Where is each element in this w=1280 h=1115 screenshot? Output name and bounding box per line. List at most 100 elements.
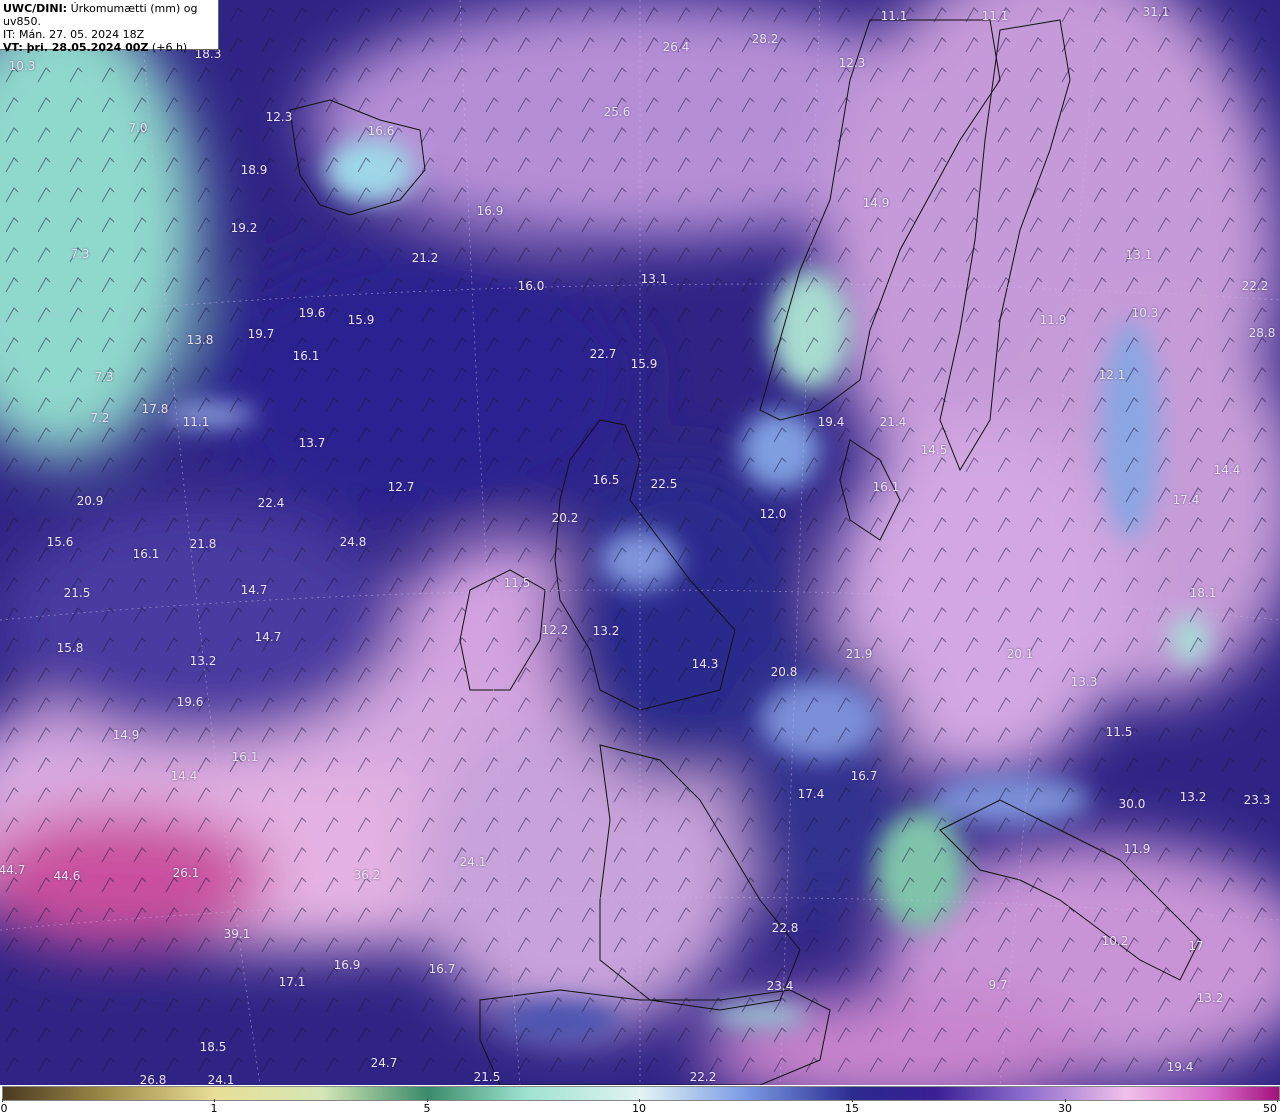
map-value-label: 23.4 [766,979,794,993]
map-value-label: 14.5 [920,443,948,457]
map-value-label: 16.1 [132,547,160,561]
map-value-label: 13.3 [1070,675,1098,689]
map-value-label: 19.2 [230,221,258,235]
map-value-label: 7.2 [90,411,110,425]
map-value-label: 23.3 [1243,793,1271,807]
map-value-label: 39.1 [223,927,251,941]
map-value-label: 14.3 [691,657,719,671]
map-value-label: 13.2 [1179,790,1207,804]
map-value-label: 21.5 [473,1070,501,1084]
map-value-label: 12.3 [838,56,866,70]
map-value-label: 14.7 [240,583,268,597]
map-value-label: 14.7 [254,630,282,644]
map-value-label: 10.3 [8,59,36,73]
map-value-label: 22.5 [650,477,678,491]
map-value-label: 44.7 [0,863,26,877]
map-value-label: 28.2 [751,32,779,46]
map-value-label: 22.7 [589,347,617,361]
map-value-label: 17.1 [278,975,306,989]
map-value-label: 16.5 [592,473,620,487]
map-value-label: 16.1 [292,349,320,363]
legend-tick-label: 30 [1058,1102,1072,1115]
legend-tick-label: 15 [845,1102,859,1115]
map-value-label: 24.7 [370,1056,398,1070]
map-value-label: 16.9 [333,958,361,972]
map-value-label: 16.7 [428,962,456,976]
title-line: UWC/DINI: Úrkomumætti (mm) og uv850. [3,2,218,28]
legend-tick-label: 0 [0,1102,8,1115]
map-value-label: 16.9 [476,204,504,218]
map-value-label: 20.2 [551,511,579,525]
map-value-label: 10.2 [1101,934,1129,948]
map-value-label: 18.1 [1189,586,1217,600]
color-scale-strip [2,1086,1280,1101]
map-value-label: 19.4 [1166,1060,1194,1074]
map-value-label: 16.1 [872,480,900,494]
legend-tick-label: 1 [210,1102,218,1115]
map-value-label: 21.2 [411,251,439,265]
map-value-label: 15.9 [630,357,658,371]
map-value-label: 20.8 [770,665,798,679]
map-value-label: 44.6 [53,869,81,883]
legend-tick-label: 50 [1263,1102,1277,1115]
map-value-label: 7.3 [94,370,114,384]
map-value-label: 21.8 [189,537,217,551]
map-value-label: 15.6 [46,535,74,549]
map-value-label: 19.4 [817,415,845,429]
map-value-label: 11.1 [880,9,908,23]
map-header: UWC/DINI: Úrkomumætti (mm) og uv850. IT:… [0,0,219,54]
initial-time: IT: Mán. 27. 05. 2024 18Z [3,28,145,41]
map-value-label: 14.9 [112,728,140,742]
map-value-label: 10.3 [1131,306,1159,320]
color-legend: 0 1 5 10 15 30 50 [0,1085,1280,1115]
map-value-label: 17 [1188,939,1204,953]
map-value-label: 20.9 [76,494,104,508]
map-value-label: 26.8 [139,1073,167,1085]
map-value-label: 11.5 [1105,725,1133,739]
map-value-label: 7.3 [70,247,90,261]
map-value-label: 12.2 [541,623,569,637]
map-value-label: 16.0 [517,279,545,293]
map-value-label: 13.2 [592,624,620,638]
map-value-label: 12.1 [1098,368,1126,382]
map-value-label: 19.7 [247,327,275,341]
legend-tick-label: 5 [423,1102,431,1115]
map-value-label: 18.9 [240,163,268,177]
map-value-label: 13.7 [298,436,326,450]
map-value-label: 12.3 [265,110,293,124]
lead-time: (+6 h) [148,41,188,54]
map-value-label: 11.9 [1123,842,1151,856]
map-value-label: 12.7 [387,480,415,494]
map-value-label: 24.8 [339,535,367,549]
map-value-label: 13.2 [1196,991,1224,1005]
map-value-label: 11.9 [1039,313,1067,327]
map-value-label: 30.0 [1118,797,1146,811]
map-value-label: 15.8 [56,641,84,655]
map-value-label: 7.0 [128,121,148,135]
map-value-label: 18.5 [199,1040,227,1054]
map-value-label: 11.1 [182,415,210,429]
map-value-label: 9.7 [988,978,1008,992]
map-value-label: 12.0 [759,507,787,521]
map-value-label: 11.5 [503,576,531,590]
map-value-label: 22.4 [257,496,285,510]
precipitable-water-map: 18.3 10.3 7.0 7.3 7.3 7.2 12.3 16.6 18.9… [0,0,1280,1085]
map-value-label: 13.8 [186,333,214,347]
map-value-label: 17.8 [141,402,169,416]
map-value-label: 22.2 [689,1070,717,1084]
map-value-label: 21.5 [63,586,91,600]
map-value-label: 15.9 [347,313,375,327]
map-value-label: 17.4 [797,787,825,801]
map-value-label: 36.2 [353,868,381,882]
map-value-label: 26.4 [662,40,690,54]
map-value-label: 19.6 [298,306,326,320]
map-value-label: 14.4 [1213,463,1241,477]
map-value-label: 24.1 [207,1073,235,1085]
map-value-label: 22.2 [1241,279,1269,293]
map-value-label: 14.4 [170,769,198,783]
map-value-label: 16.6 [367,124,395,138]
map-value-label: 14.9 [862,196,890,210]
map-value-label: 16.1 [231,750,259,764]
map-value-label: 31.1 [1142,5,1170,19]
map-value-label: 13.1 [640,272,668,286]
